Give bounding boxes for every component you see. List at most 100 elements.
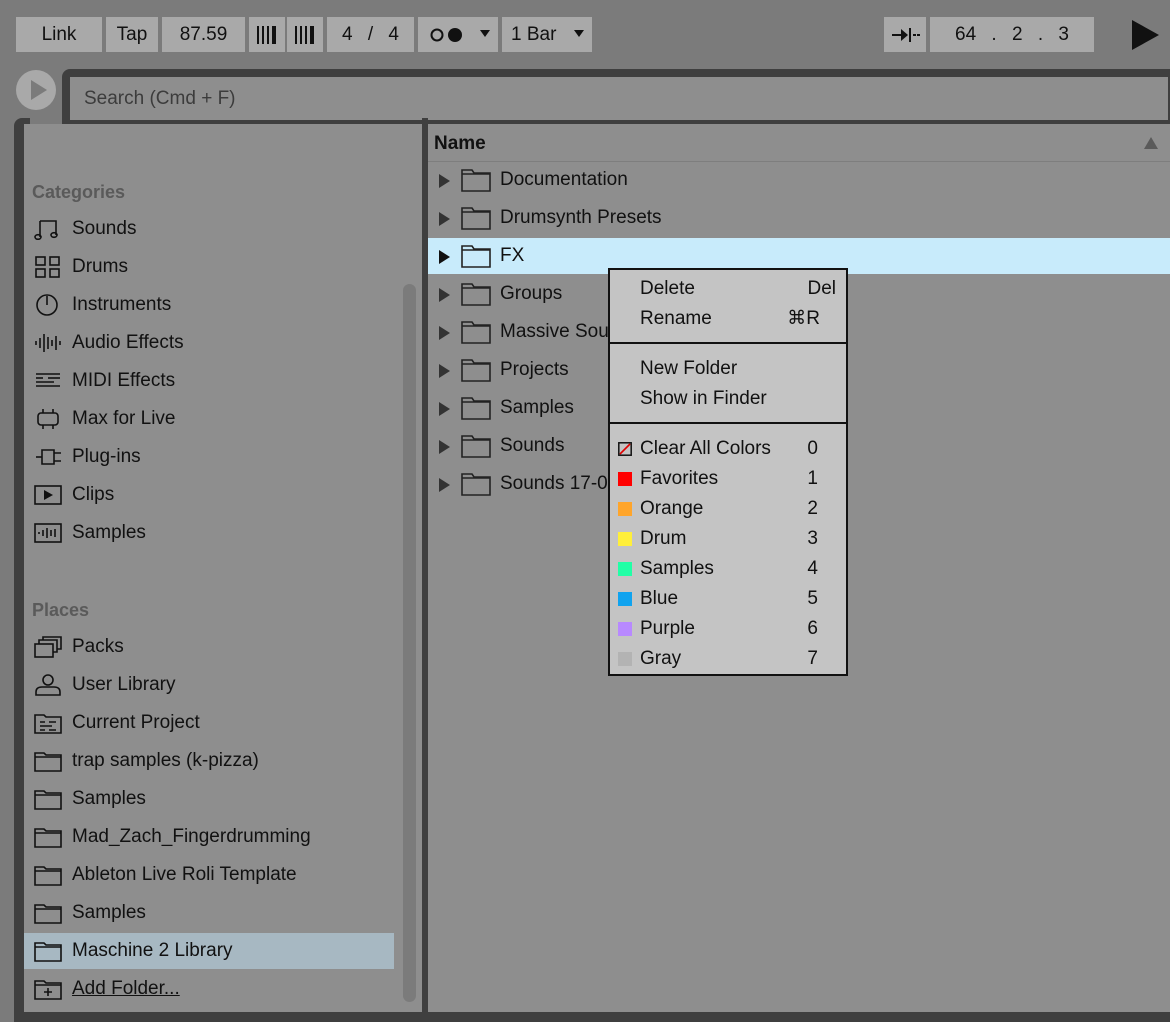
sidebar-item-audio-effects[interactable]: Audio Effects	[24, 325, 394, 361]
list-item-name: Sounds 17-0	[500, 473, 608, 494]
song-position-field[interactable]: 64 . 2 . 3	[930, 17, 1094, 52]
sidebar-item-folder[interactable]: Samples	[24, 781, 394, 817]
tempo-field[interactable]: 87.59	[162, 17, 245, 52]
sidebar-item-label: Samples	[72, 902, 146, 923]
list-item[interactable]: Drumsynth Presets	[428, 200, 1170, 236]
search-input[interactable]: Search (Cmd + F)	[70, 77, 1168, 120]
folder-icon	[461, 397, 491, 420]
menu-item-color-blue[interactable]: Blue 5	[610, 584, 846, 614]
menu-item-label: Drum	[640, 528, 687, 549]
expand-triangle-icon[interactable]	[439, 364, 450, 378]
expand-triangle-icon[interactable]	[439, 440, 450, 454]
list-item[interactable]: Documentation	[428, 162, 1170, 198]
menu-item-shortcut: 5	[807, 588, 818, 609]
sidebar-scrollbar[interactable]	[403, 284, 416, 1002]
sidebar-item-midi-effects[interactable]: MIDI Effects	[24, 363, 394, 399]
sig-numerator: 4	[342, 24, 353, 45]
sidebar-item-sounds[interactable]: Sounds	[24, 211, 394, 247]
time-signature[interactable]: 4 / 4	[327, 17, 414, 52]
expand-triangle-icon[interactable]	[439, 326, 450, 340]
grid-icon	[35, 256, 60, 278]
menu-item-color-drum[interactable]: Drum 3	[610, 524, 846, 554]
sig-separator: /	[367, 24, 374, 45]
sidebar-item-folder[interactable]: trap samples (k-pizza)	[24, 743, 394, 779]
tap-button[interactable]: Tap	[106, 17, 158, 52]
sidebar-item-drums[interactable]: Drums	[24, 249, 394, 285]
add-folder-icon	[34, 980, 62, 1000]
sidebar-item-label: Mad_Zach_Fingerdrumming	[72, 826, 311, 847]
color-swatch-icon	[618, 502, 632, 516]
sidebar-item-label: Samples	[72, 788, 146, 809]
expand-triangle-icon[interactable]	[439, 212, 450, 226]
folder-icon	[34, 752, 62, 772]
sidebar-item-label: Max for Live	[72, 408, 176, 429]
menu-item-color-favorites[interactable]: Favorites 1	[610, 464, 846, 494]
add-folder-button[interactable]: Add Folder...	[24, 971, 394, 1007]
color-swatch-icon	[618, 562, 632, 576]
browser-toggle-icon[interactable]	[16, 70, 56, 110]
play-icon[interactable]	[1132, 20, 1159, 50]
menu-separator	[610, 422, 846, 424]
sidebar-item-folder[interactable]: Samples	[24, 895, 394, 931]
metronome-icon	[430, 27, 462, 42]
nudge-up-icon[interactable]	[287, 17, 323, 52]
name-column-header[interactable]: Name	[428, 124, 1170, 162]
sidebar-item-maschine-library[interactable]: Maschine 2 Library	[24, 933, 394, 969]
sidebar-item-label: User Library	[72, 674, 176, 695]
menu-item-shortcut: 4	[807, 558, 818, 579]
sidebar-item-label: Add Folder...	[72, 978, 180, 999]
sidebar-item-label: trap samples (k-pizza)	[72, 750, 259, 771]
sidebar-item-user-library[interactable]: User Library	[24, 667, 394, 703]
expand-triangle-icon[interactable]	[439, 250, 450, 264]
sidebar-item-label: Samples	[72, 522, 146, 543]
sidebar-item-instruments[interactable]: Instruments	[24, 287, 394, 323]
sidebar-item-label: Ableton Live Roli Template	[72, 864, 297, 885]
sidebar-item-max-for-live[interactable]: Max for Live	[24, 401, 394, 437]
nudge-down-icon[interactable]	[249, 17, 285, 52]
sidebar-item-folder[interactable]: Mad_Zach_Fingerdrumming	[24, 819, 394, 855]
menu-item-clear-colors[interactable]: Clear All Colors 0	[610, 434, 846, 464]
max-device-icon	[37, 409, 59, 429]
clip-play-icon	[34, 485, 62, 505]
menu-item-new-folder[interactable]: New Folder	[610, 354, 846, 384]
sidebar-item-plug-ins[interactable]: Plug-ins	[24, 439, 394, 475]
pos-bar: 64	[955, 24, 977, 45]
metronome-toggle[interactable]	[418, 17, 498, 52]
punch-in-button[interactable]	[884, 17, 926, 52]
folder-icon	[34, 904, 62, 924]
link-button[interactable]: Link	[16, 17, 102, 52]
list-item-name: Projects	[500, 359, 569, 380]
expand-triangle-icon[interactable]	[439, 478, 450, 492]
expand-triangle-icon[interactable]	[439, 174, 450, 188]
menu-item-color-orange[interactable]: Orange 2	[610, 494, 846, 524]
quantize-select[interactable]: 1 Bar	[502, 17, 592, 52]
quantize-value: 1 Bar	[511, 24, 557, 45]
expand-triangle-icon[interactable]	[439, 288, 450, 302]
menu-item-color-purple[interactable]: Purple 6	[610, 614, 846, 644]
menu-item-color-gray[interactable]: Gray 7	[610, 644, 846, 674]
menu-item-rename[interactable]: Rename ⌘R	[610, 304, 846, 334]
menu-item-show-in-finder[interactable]: Show in Finder	[610, 384, 846, 414]
sidebar-item-current-project[interactable]: Current Project	[24, 705, 394, 741]
list-item-name: Samples	[500, 397, 574, 418]
menu-item-color-samples[interactable]: Samples 4	[610, 554, 846, 584]
sidebar-item-packs[interactable]: Packs	[24, 629, 394, 665]
sidebar-item-label: MIDI Effects	[72, 370, 176, 391]
sidebar-item-samples[interactable]: Samples	[24, 515, 394, 551]
menu-separator	[610, 342, 846, 344]
menu-item-shortcut: 7	[807, 648, 818, 669]
user-icon	[35, 674, 61, 696]
folder-icon	[461, 169, 491, 192]
pos-sixteenth: 3	[1058, 24, 1069, 45]
expand-triangle-icon[interactable]	[439, 402, 450, 416]
sidebar-item-label: Instruments	[72, 294, 172, 315]
menu-item-shortcut: 6	[807, 618, 818, 639]
sidebar-item-folder[interactable]: Ableton Live Roli Template	[24, 857, 394, 893]
menu-item-label: Orange	[640, 498, 704, 519]
browser-sidebar: Categories Sounds Drums Instruments Audi…	[24, 124, 422, 1012]
menu-item-delete[interactable]: Delete Del	[610, 274, 846, 304]
menu-item-label: Clear All Colors	[640, 438, 771, 459]
sidebar-item-label: Current Project	[72, 712, 200, 733]
sidebar-item-clips[interactable]: Clips	[24, 477, 394, 513]
color-swatch-icon	[618, 592, 632, 606]
